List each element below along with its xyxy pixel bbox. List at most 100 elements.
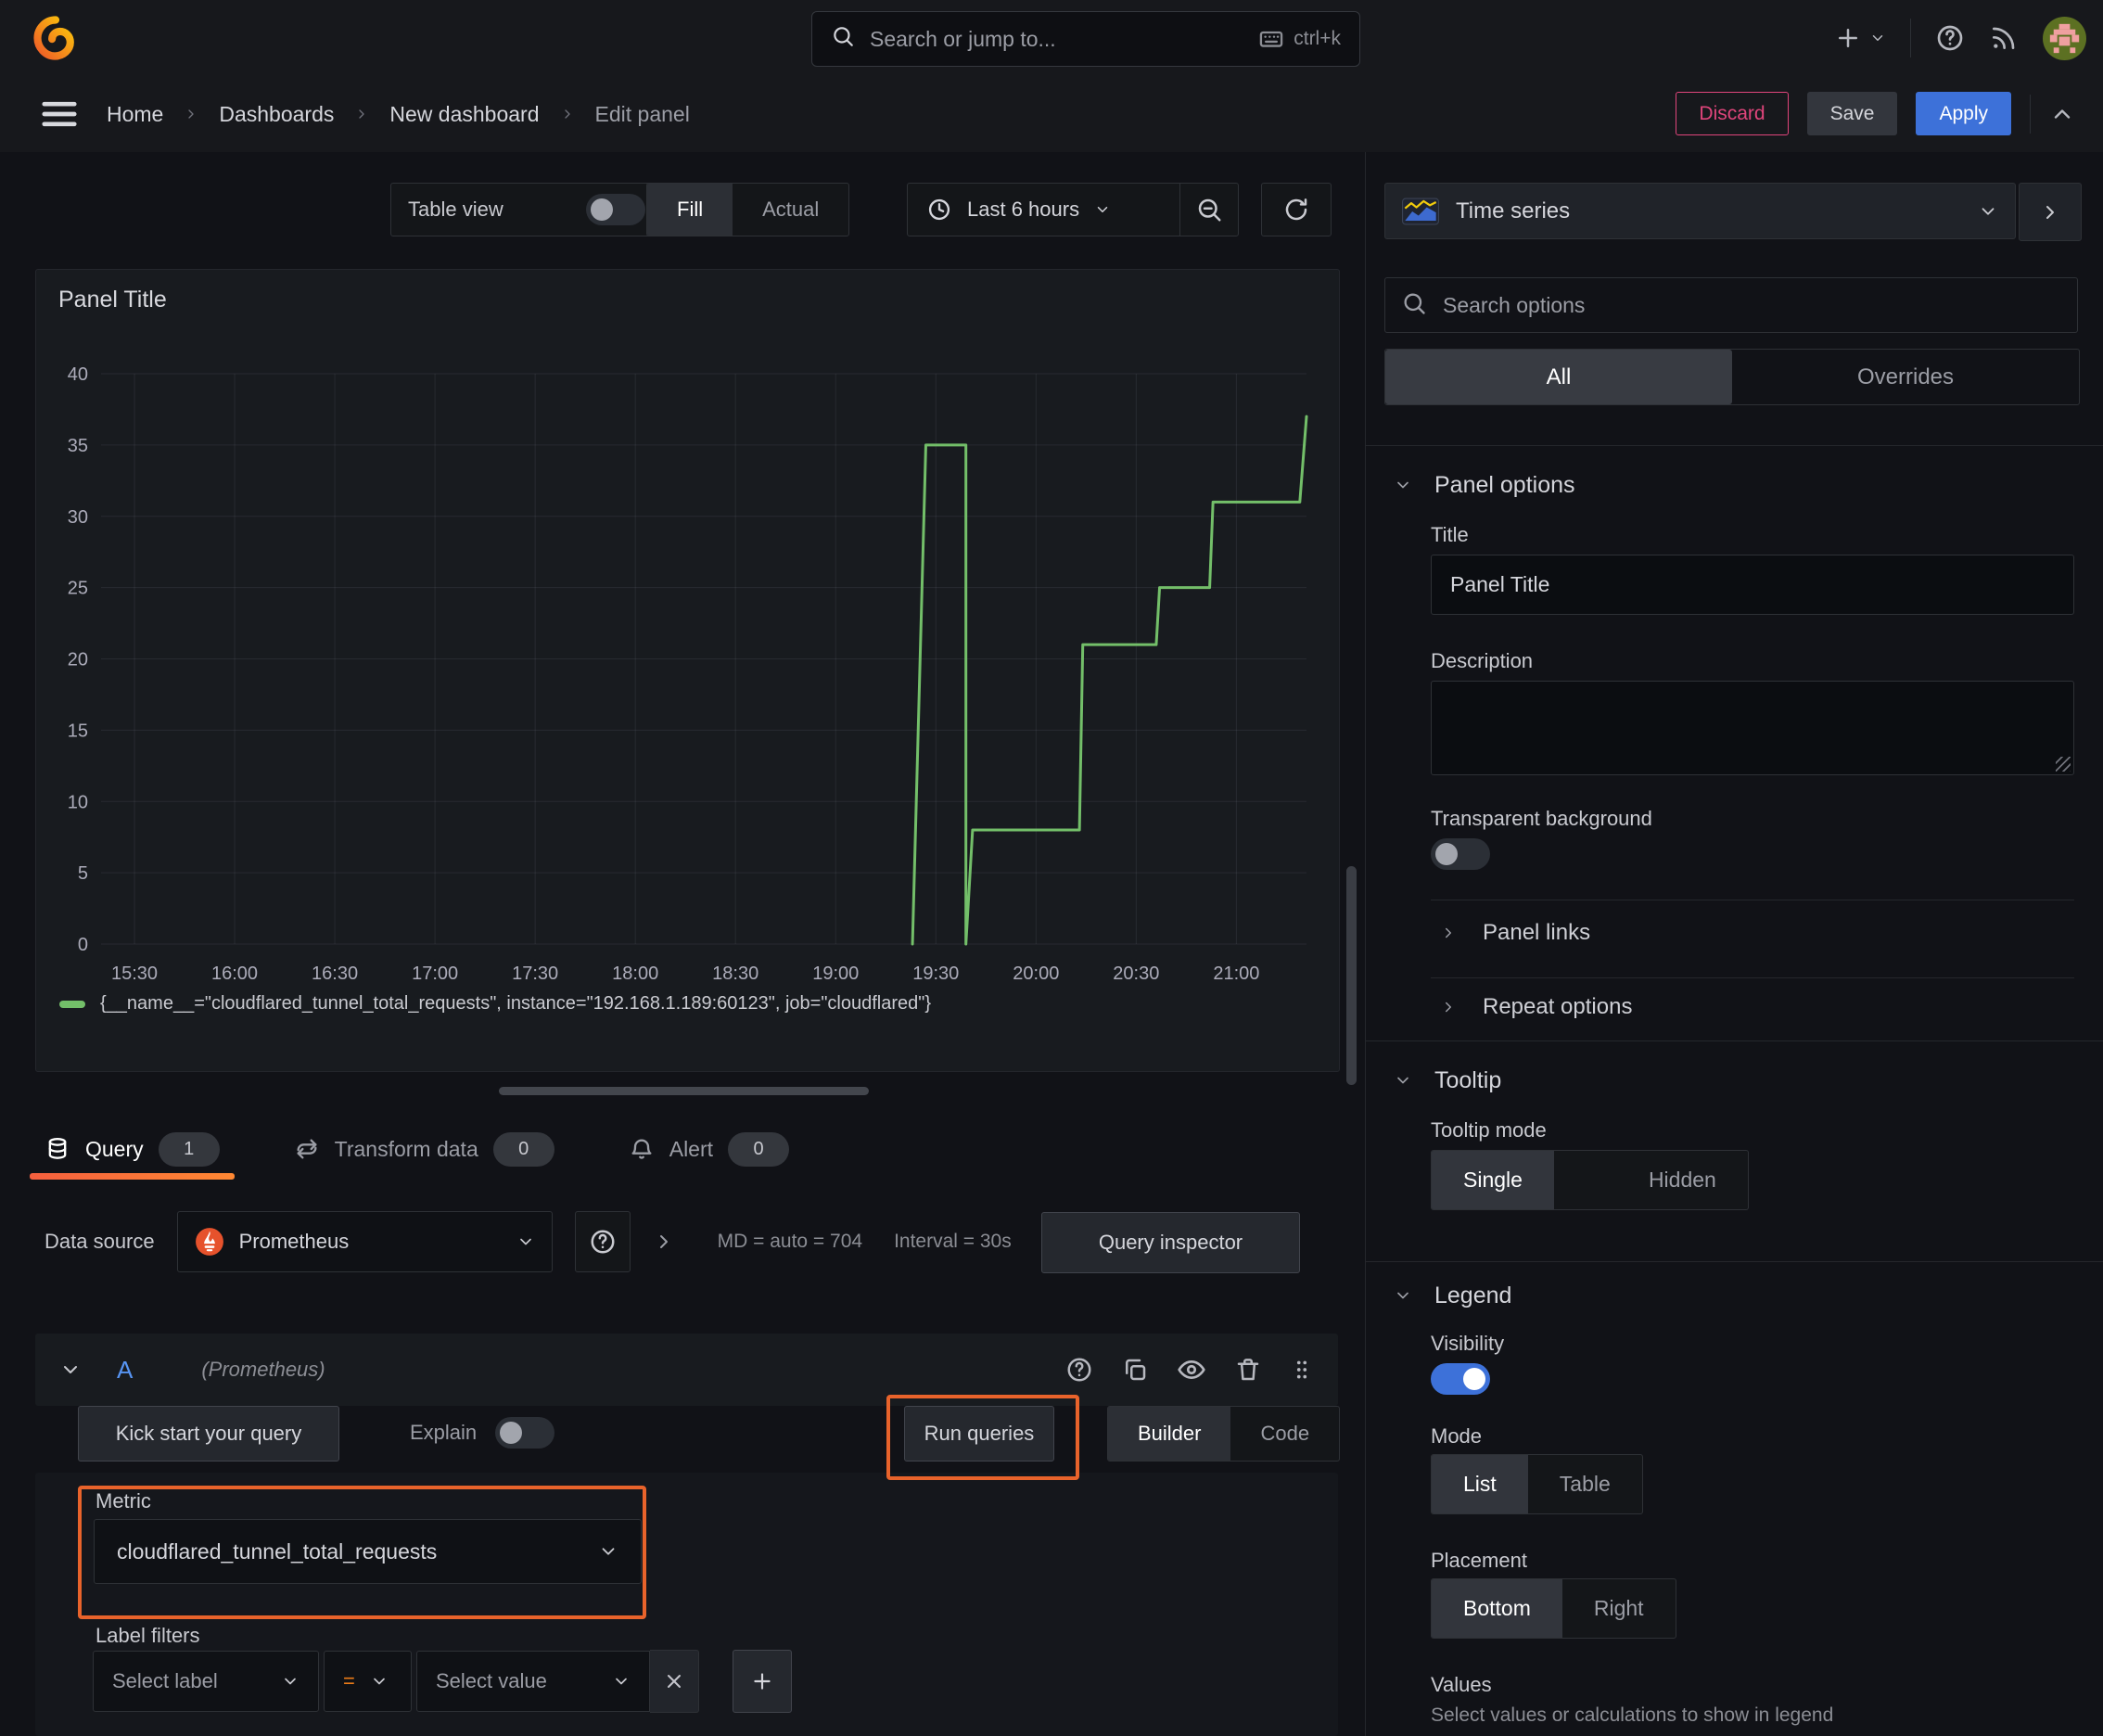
actions-divider xyxy=(2030,94,2031,134)
menu-toggle-button[interactable] xyxy=(39,95,80,134)
chevron-up-icon xyxy=(2054,108,2071,119)
global-search-input[interactable]: Search or jump to... ctrl+k xyxy=(811,11,1360,67)
tooltip-hidden-option[interactable]: Hidden xyxy=(1617,1151,1748,1209)
label-filters-row: Select label = Select value xyxy=(93,1650,792,1713)
repeat-options-section[interactable]: Repeat options xyxy=(1440,989,1632,1026)
select-label-dropdown[interactable]: Select label xyxy=(93,1651,319,1712)
save-button[interactable]: Save xyxy=(1806,92,1898,135)
legend-mode-list[interactable]: List xyxy=(1432,1455,1528,1513)
operator-value: = xyxy=(343,1669,355,1692)
svg-text:21:00: 21:00 xyxy=(1213,964,1259,984)
svg-text:18:00: 18:00 xyxy=(612,964,658,984)
time-series-chart[interactable]: 0 5 10 15 20 25 30 35 40 15:30 16:00 16:30 17:00 17:3… xyxy=(36,270,1339,1026)
search-options-input[interactable] xyxy=(1384,277,2078,333)
chevron-right-icon xyxy=(354,107,369,121)
tooltip-single-option[interactable]: Single xyxy=(1432,1151,1554,1209)
tab-all-options[interactable]: All xyxy=(1385,350,1732,404)
legend-visibility-toggle[interactable] xyxy=(1431,1363,1490,1395)
discard-button[interactable]: Discard xyxy=(1676,92,1789,135)
svg-text:15:30: 15:30 xyxy=(111,964,158,984)
add-filter-button[interactable] xyxy=(733,1650,792,1713)
breadcrumb-new-dashboard[interactable]: New dashboard xyxy=(389,102,539,127)
plus-icon xyxy=(754,1673,771,1690)
actual-option[interactable]: Actual xyxy=(733,184,848,236)
svg-text:0: 0 xyxy=(78,935,88,955)
fill-option[interactable]: Fill xyxy=(647,184,733,236)
panel-description-textarea[interactable] xyxy=(1431,681,2074,775)
grafana-edit-panel-page: { "colors": { "accent_blue": "#3d71d9", … xyxy=(0,0,2103,1736)
apply-button[interactable]: Apply xyxy=(1916,92,2011,135)
help-button[interactable] xyxy=(1935,23,1965,53)
delete-query-button[interactable] xyxy=(1234,1356,1262,1384)
builder-option[interactable]: Builder xyxy=(1108,1407,1231,1461)
grafana-logo-icon[interactable] xyxy=(32,14,80,62)
tab-query[interactable]: Query 1 xyxy=(30,1118,235,1180)
duplicate-query-button[interactable] xyxy=(1121,1356,1149,1384)
add-button[interactable] xyxy=(1834,24,1886,52)
search-icon xyxy=(831,24,855,54)
textarea-resize-grip[interactable] xyxy=(2056,757,2071,772)
drag-query-handle[interactable] xyxy=(1290,1356,1314,1384)
kick-start-query-button[interactable]: Kick start your query xyxy=(78,1406,339,1462)
time-range-picker[interactable]: Last 6 hours xyxy=(908,197,1179,223)
legend-mode-label: Mode xyxy=(1431,1424,1483,1448)
toggle-viz-picker-button[interactable] xyxy=(2019,183,2082,241)
datasource-name: Prometheus xyxy=(238,1230,350,1253)
code-option[interactable]: Code xyxy=(1230,1407,1339,1461)
operator-dropdown[interactable]: = xyxy=(324,1651,412,1712)
panel-options-section-header[interactable]: Panel options xyxy=(1394,466,1575,504)
tab-transform-data[interactable]: Transform data 0 xyxy=(285,1118,564,1180)
tooltip-all-option[interactable] xyxy=(1554,1151,1617,1209)
placement-bottom[interactable]: Bottom xyxy=(1432,1579,1562,1638)
eye-icon xyxy=(1178,1360,1205,1379)
toggle-query-visibility-button[interactable] xyxy=(1177,1355,1206,1385)
transform-icon xyxy=(297,1139,317,1159)
chevron-down-icon xyxy=(374,1678,385,1685)
legend-section-header[interactable]: Legend xyxy=(1394,1276,1511,1315)
explain-toggle[interactable] xyxy=(495,1417,555,1449)
zoom-out-time-button[interactable] xyxy=(1179,184,1238,236)
chevron-down-icon xyxy=(1397,481,1408,489)
placement-right[interactable]: Right xyxy=(1562,1579,1676,1638)
refresh-button[interactable] xyxy=(1261,183,1332,236)
select-value-dropdown[interactable]: Select value xyxy=(416,1651,650,1712)
tab-alert-label: Alert xyxy=(669,1136,714,1161)
table-view-toggle[interactable] xyxy=(586,194,645,225)
visualization-picker[interactable]: Time series xyxy=(1384,183,2016,239)
query-ref-id: A xyxy=(117,1355,134,1384)
datasource-help-button[interactable] xyxy=(574,1211,631,1272)
tooltip-section-header[interactable]: Tooltip xyxy=(1394,1061,1501,1100)
svg-text:20: 20 xyxy=(68,650,88,670)
news-button[interactable] xyxy=(1989,23,2019,53)
builder-code-switch: Builder Code xyxy=(1107,1406,1341,1462)
clock-icon xyxy=(928,198,950,221)
transparent-bg-toggle[interactable] xyxy=(1431,838,1490,870)
datasource-picker[interactable]: Prometheus xyxy=(176,1211,553,1272)
query-inspector-button[interactable]: Query inspector xyxy=(1041,1212,1300,1273)
time-range-label: Last 6 hours xyxy=(967,198,1080,221)
panel-links-section[interactable]: Panel links xyxy=(1440,914,1590,951)
divider xyxy=(1366,1261,2103,1262)
breadcrumb-dashboards[interactable]: Dashboards xyxy=(219,102,334,127)
avatar[interactable] xyxy=(2043,16,2086,60)
panel-resize-handle[interactable] xyxy=(499,1087,869,1095)
toggle-knob xyxy=(500,1422,523,1444)
chevron-down-icon xyxy=(616,1678,627,1685)
question-circle-icon xyxy=(1937,25,1963,51)
query-row-header[interactable]: A (Prometheus) xyxy=(35,1334,1338,1406)
remove-filter-button[interactable] xyxy=(650,1650,699,1713)
metric-select[interactable]: cloudflared_tunnel_total_requests xyxy=(94,1519,642,1584)
breadcrumb-home[interactable]: Home xyxy=(107,102,163,127)
scrollbar-thumb[interactable] xyxy=(1346,866,1357,1085)
tab-overrides[interactable]: Overrides xyxy=(1732,350,2079,404)
run-queries-button[interactable]: Run queries xyxy=(904,1406,1054,1462)
legend-mode-table[interactable]: Table xyxy=(1528,1455,1642,1513)
chevron-right-icon xyxy=(560,107,575,121)
query-help-button[interactable] xyxy=(1065,1356,1093,1384)
collapse-header-button[interactable] xyxy=(2049,101,2075,127)
editor-tabs: Query 1 Transform data 0 Alert 0 xyxy=(30,1118,798,1180)
legend-item[interactable]: {__name__="cloudflared_tunnel_total_requ… xyxy=(59,993,931,1015)
panel-title-input[interactable] xyxy=(1431,555,2074,615)
tab-alert[interactable]: Alert 0 xyxy=(619,1118,798,1180)
expand-options-button[interactable] xyxy=(653,1231,675,1253)
